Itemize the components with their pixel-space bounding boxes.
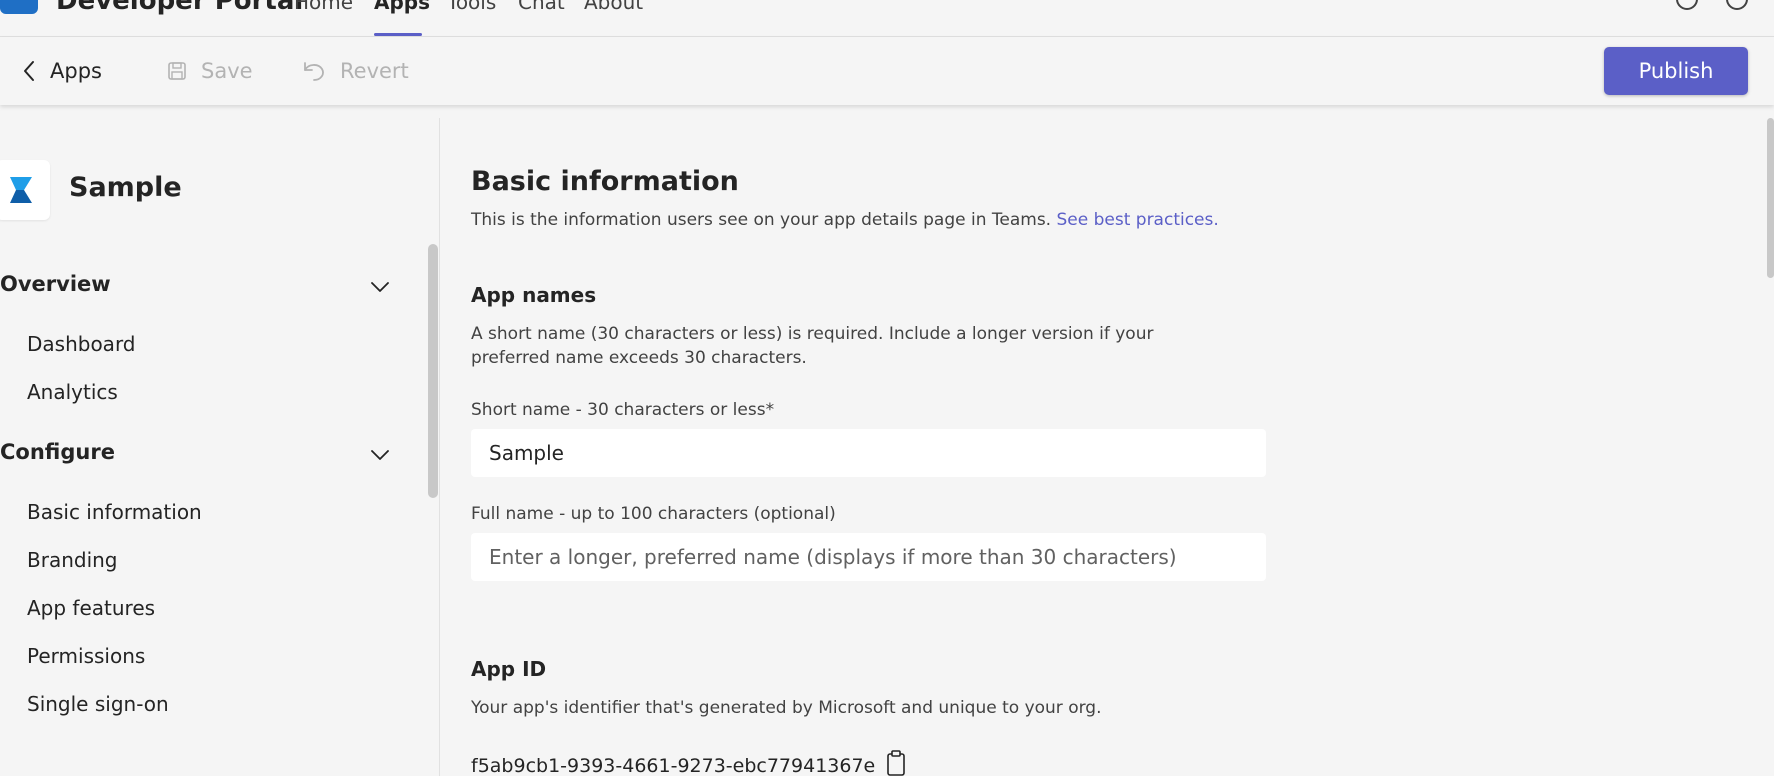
sidebar-item-dashboard[interactable]: Dashboard — [27, 332, 136, 356]
app-icon — [0, 160, 50, 220]
app-id-help: Your app's identifier that's generated b… — [471, 698, 1102, 718]
chevron-left-icon — [22, 60, 36, 82]
main-scrollbar[interactable] — [1767, 118, 1774, 278]
chevron-down-icon — [370, 442, 390, 466]
copy-icon[interactable] — [884, 749, 908, 776]
command-bar: Apps Save Revert Publish — [0, 37, 1774, 105]
revert-label: Revert — [340, 59, 409, 83]
top-nav: Developer Portal Home Apps Tools Chat Ab… — [0, 0, 1774, 37]
sidebar-item-analytics[interactable]: Analytics — [27, 380, 118, 404]
tab-apps[interactable]: Apps — [374, 0, 430, 14]
active-tab-indicator — [374, 33, 422, 36]
app-id-heading: App ID — [471, 657, 547, 681]
tab-about[interactable]: About — [584, 0, 643, 14]
chevron-down-icon — [370, 274, 390, 298]
app-id-value: f5ab9cb1-9393-4661-9273-ebc77941367e — [471, 755, 876, 776]
back-to-apps-button[interactable]: Apps — [22, 37, 102, 105]
sidebar-item-permissions[interactable]: Permissions — [27, 644, 145, 668]
help-icon[interactable] — [1676, 0, 1698, 10]
tab-chat[interactable]: Chat — [518, 0, 565, 14]
back-label: Apps — [50, 59, 102, 83]
sidebar-item-basic-information[interactable]: Basic information — [27, 500, 202, 524]
sidebar-item-branding[interactable]: Branding — [27, 548, 118, 572]
short-name-input[interactable]: Sample — [471, 429, 1266, 477]
description-text: This is the information users see on you… — [471, 210, 1052, 230]
short-name-label: Short name - 30 characters or less* — [471, 400, 775, 420]
page-title: Basic information — [471, 166, 739, 197]
sidebar-section-configure[interactable]: Configure — [0, 432, 400, 472]
undo-icon — [302, 60, 326, 82]
app-names-help: A short name (30 characters or less) is … — [471, 324, 1154, 368]
portal-brand-title: Developer Portal — [56, 0, 304, 16]
app-names-heading: App names — [471, 283, 597, 307]
page-description: This is the information users see on you… — [471, 210, 1219, 230]
profile-icon[interactable] — [1726, 0, 1748, 10]
sidebar-app-name: Sample — [69, 172, 182, 203]
main-content: Basic information This is the informatio… — [441, 118, 1774, 776]
full-name-label: Full name - up to 100 characters (option… — [471, 504, 836, 524]
save-button[interactable]: Save — [167, 37, 253, 105]
publish-button[interactable]: Publish — [1604, 47, 1748, 95]
save-label: Save — [201, 59, 253, 83]
revert-button[interactable]: Revert — [302, 37, 409, 105]
section-title: Configure — [0, 440, 115, 464]
best-practices-link[interactable]: See best practices. — [1056, 210, 1218, 230]
sidebar-section-overview[interactable]: Overview — [0, 264, 400, 304]
section-title: Overview — [0, 272, 111, 296]
app-sidebar: Sample Overview Dashboard Analytics Conf… — [0, 118, 440, 776]
developer-portal-logo — [0, 0, 38, 14]
sidebar-scrollbar[interactable] — [428, 244, 438, 498]
full-name-input[interactable]: Enter a longer, preferred name (displays… — [471, 533, 1266, 581]
sidebar-item-app-features[interactable]: App features — [27, 596, 155, 620]
tab-tools[interactable]: Tools — [447, 0, 496, 14]
sidebar-item-single-sign-on[interactable]: Single sign-on — [27, 692, 169, 716]
save-icon — [167, 61, 187, 81]
tab-home[interactable]: Home — [294, 0, 353, 14]
